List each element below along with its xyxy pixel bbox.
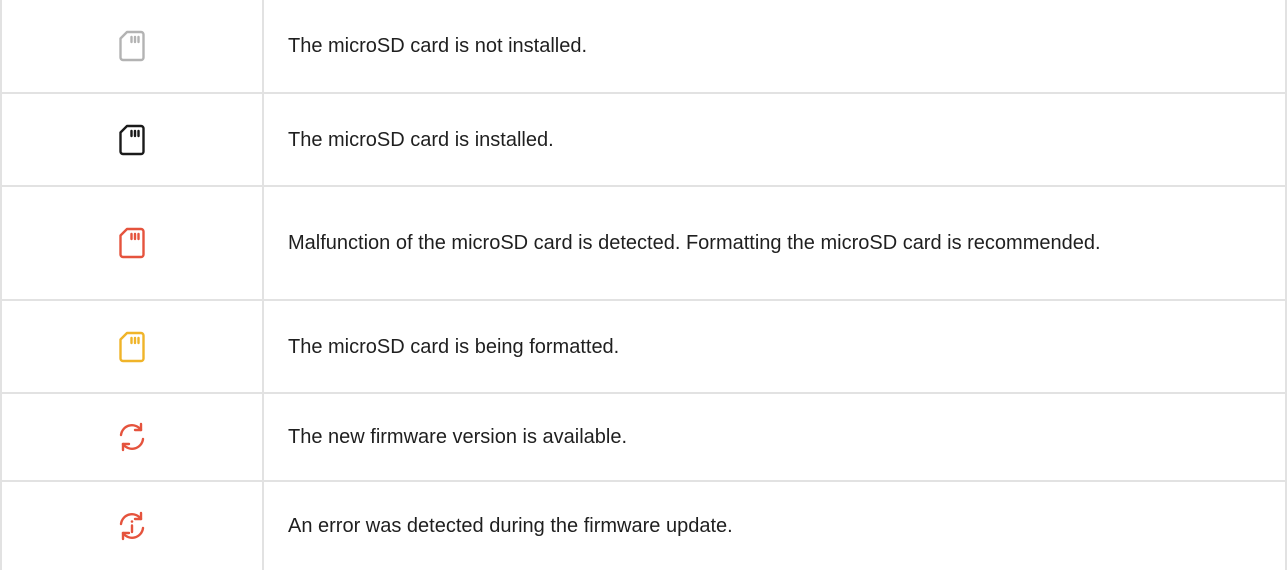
description-cell: The new firmware version is available. [262,392,1287,482]
table-row: The new firmware version is available. [0,392,1287,482]
status-icon-table: The microSD card is not installed. The m… [0,0,1287,570]
sd-card-icon [119,124,145,155]
firmware-update-icon [119,422,145,452]
description-cell: The microSD card is not installed. [262,0,1287,94]
icon-cell [0,480,264,570]
icon-cell [0,0,264,94]
description-cell: Malfunction of the microSD card is detec… [262,185,1287,301]
icon-cell [0,392,264,482]
description-cell: The microSD card is being formatted. [262,299,1287,394]
sd-card-icon [119,227,145,259]
table-row: The microSD card is installed. [0,92,1287,187]
description-cell: The microSD card is installed. [262,92,1287,187]
description-cell: An error was detected during the firmwar… [262,480,1287,570]
table-row: An error was detected during the firmwar… [0,480,1287,570]
table-row: Malfunction of the microSD card is detec… [0,185,1287,301]
sd-card-icon [119,30,145,62]
icon-cell [0,299,264,394]
icon-cell [0,92,264,187]
table-row: The microSD card is not installed. [0,0,1287,94]
table-row: The microSD card is being formatted. [0,299,1287,394]
sd-card-icon [119,331,145,362]
firmware-error-icon [119,511,145,541]
icon-cell [0,185,264,301]
